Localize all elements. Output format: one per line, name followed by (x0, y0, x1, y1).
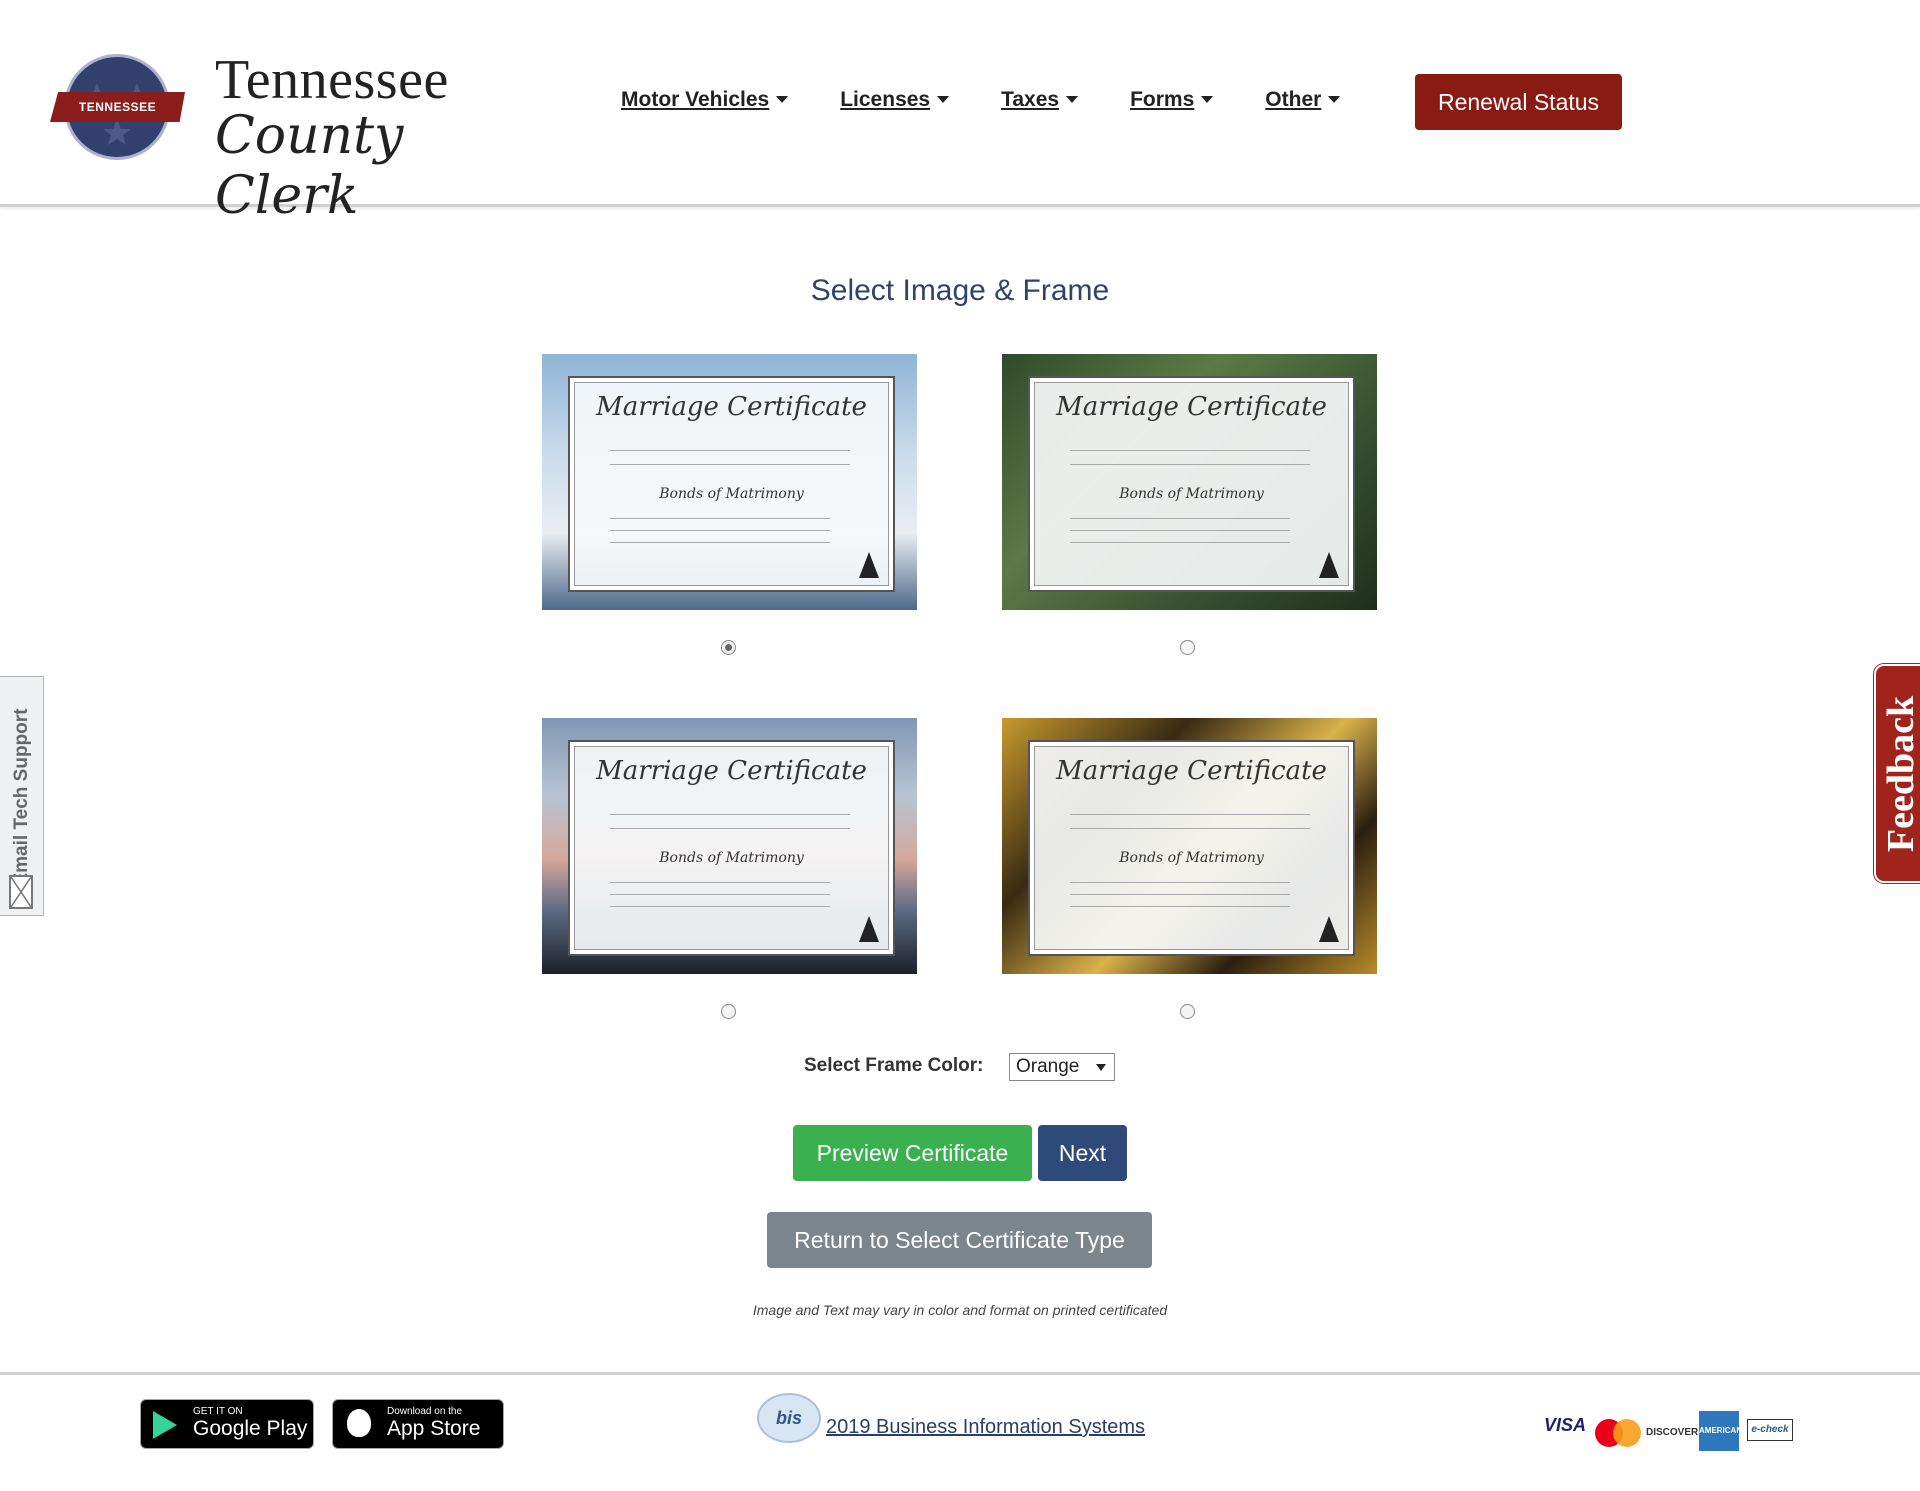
certificate-paper: Marriage Certificate Bonds of Matrimony (1028, 740, 1355, 956)
bis-logo-icon: bis (757, 1393, 821, 1443)
frame-color-label: Select Frame Color: (804, 1055, 984, 1076)
caret-down-icon (776, 96, 789, 103)
certificate-radio-4[interactable] (1180, 1004, 1195, 1019)
site-logo[interactable]: TENNESSEE Tennessee County Clerk (50, 49, 470, 226)
page-title: Select Image & Frame (810, 274, 1110, 307)
renewal-status-button[interactable]: Renewal Status (1415, 74, 1622, 130)
mastercard-icon (1595, 1419, 1641, 1447)
logo-title: Tennessee (215, 49, 449, 111)
certificate-image-forest[interactable]: Marriage Certificate Bonds of Matrimony (1002, 354, 1377, 610)
tree-icon (859, 552, 879, 578)
disclaimer-text: Image and Text may vary in color and for… (752, 1302, 1168, 1318)
certificate-paper: Marriage Certificate Bonds of Matrimony (568, 740, 895, 956)
certificate-radio-2[interactable] (1180, 640, 1195, 655)
certificate-paper: Marriage Certificate Bonds of Matrimony (1028, 376, 1355, 592)
tree-icon (1319, 552, 1339, 578)
return-button[interactable]: Return to Select Certificate Type (767, 1212, 1152, 1268)
tree-icon (1319, 916, 1339, 942)
feedback-label: Feedback (1880, 695, 1920, 853)
nav-taxes[interactable]: Taxes (1001, 88, 1079, 112)
caret-down-icon (1328, 96, 1341, 103)
preview-certificate-button[interactable]: Preview Certificate (793, 1125, 1032, 1181)
dropdown-arrow-icon (1096, 1064, 1106, 1071)
envelope-icon (9, 875, 33, 909)
google-play-badge[interactable]: GET IT ON Google Play (140, 1399, 314, 1449)
nav-other[interactable]: Other (1265, 88, 1341, 112)
apple-icon (347, 1409, 371, 1437)
caret-down-icon (937, 96, 950, 103)
seal-banner: TENNESSEE (50, 92, 185, 122)
certificate-radio-1[interactable] (721, 640, 736, 655)
visa-icon: VISA (1544, 1415, 1587, 1435)
frame-color-select[interactable]: Orange (1009, 1053, 1115, 1081)
google-play-icon (153, 1411, 177, 1439)
app-store-badge[interactable]: Download on the App Store (332, 1399, 504, 1449)
logo-subtitle: County Clerk (215, 106, 404, 226)
certificate-radio-3[interactable] (721, 1004, 736, 1019)
copyright-link[interactable]: 2019 Business Information Systems (826, 1416, 1145, 1439)
caret-down-icon (1201, 96, 1214, 103)
frame-color-value: Orange (1016, 1056, 1080, 1077)
amex-icon: AMERICAN EXPRESS (1699, 1411, 1742, 1475)
certificate-image-sunset[interactable]: Marriage Certificate Bonds of Matrimony (542, 718, 917, 974)
main-nav: Motor Vehicles Licenses Taxes Forms Othe… (621, 88, 1392, 112)
feedback-tab[interactable]: Feedback (1874, 664, 1920, 883)
nav-forms[interactable]: Forms (1130, 88, 1214, 112)
site-footer: GET IT ON Google Play Download on the Ap… (0, 1372, 1920, 1476)
site-header: TENNESSEE Tennessee County Clerk Motor V… (0, 0, 1920, 226)
next-button[interactable]: Next (1038, 1125, 1127, 1181)
nav-licenses[interactable]: Licenses (840, 88, 950, 112)
tree-icon (859, 916, 879, 942)
email-tech-support-tab[interactable]: Email Tech Support (0, 676, 44, 916)
nav-motor-vehicles[interactable]: Motor Vehicles (621, 88, 789, 112)
certificate-image-snowy[interactable]: Marriage Certificate Bonds of Matrimony (542, 354, 917, 610)
caret-down-icon (1066, 96, 1079, 103)
tech-support-label: Email Tech Support (11, 708, 32, 886)
discover-icon: DISCOVER (1646, 1427, 1699, 1438)
certificate-image-autumn[interactable]: Marriage Certificate Bonds of Matrimony (1002, 718, 1377, 974)
echeck-icon: e-check (1747, 1419, 1793, 1441)
certificate-paper: Marriage Certificate Bonds of Matrimony (568, 376, 895, 592)
